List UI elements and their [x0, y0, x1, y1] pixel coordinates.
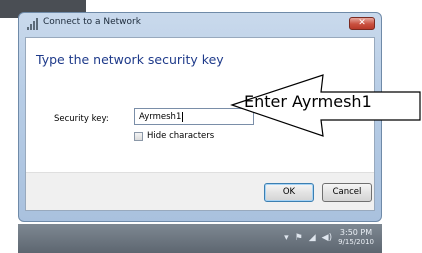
security-key-value: Ayrmesh1 [139, 112, 182, 122]
volume-icon[interactable]: ◀) [322, 233, 332, 243]
taskbar: ▾ ⚑ ◢ ◀) 3:50 PM 9/15/2010 [18, 224, 382, 253]
annotation-text: Enter Ayrmesh1 [244, 92, 372, 111]
dialog-heading: Type the network security key [36, 52, 224, 67]
system-tray: ▾ ⚑ ◢ ◀) 3:50 PM 9/15/2010 [284, 228, 374, 247]
hide-characters-checkbox[interactable] [134, 131, 143, 141]
connect-network-window: Connect to a Network ✕ Type the network … [18, 12, 382, 222]
hide-characters-row[interactable]: Hide characters [134, 131, 214, 141]
wireless-signal-icon [27, 18, 39, 30]
hide-characters-label: Hide characters [147, 131, 215, 141]
ok-button[interactable]: OK [264, 183, 314, 202]
cancel-button[interactable]: Cancel [322, 183, 372, 202]
flag-icon[interactable]: ⚑ [295, 233, 303, 243]
title-bar[interactable]: Connect to a Network ✕ [19, 13, 381, 35]
show-hidden-icon[interactable]: ▾ [284, 233, 289, 243]
security-key-label: Security key: [54, 114, 109, 124]
clock[interactable]: 3:50 PM 9/15/2010 [338, 228, 374, 247]
network-icon[interactable]: ◢ [309, 233, 316, 243]
clock-time: 3:50 PM [339, 228, 373, 237]
close-button[interactable]: ✕ [349, 17, 375, 30]
security-key-input[interactable]: Ayrmesh1 [134, 108, 254, 125]
window-title: Connect to a Network [43, 17, 141, 27]
dialog-body: Type the network security key Security k… [25, 37, 375, 211]
clock-date: 9/15/2010 [338, 238, 374, 246]
button-bar: OK Cancel [26, 172, 374, 210]
